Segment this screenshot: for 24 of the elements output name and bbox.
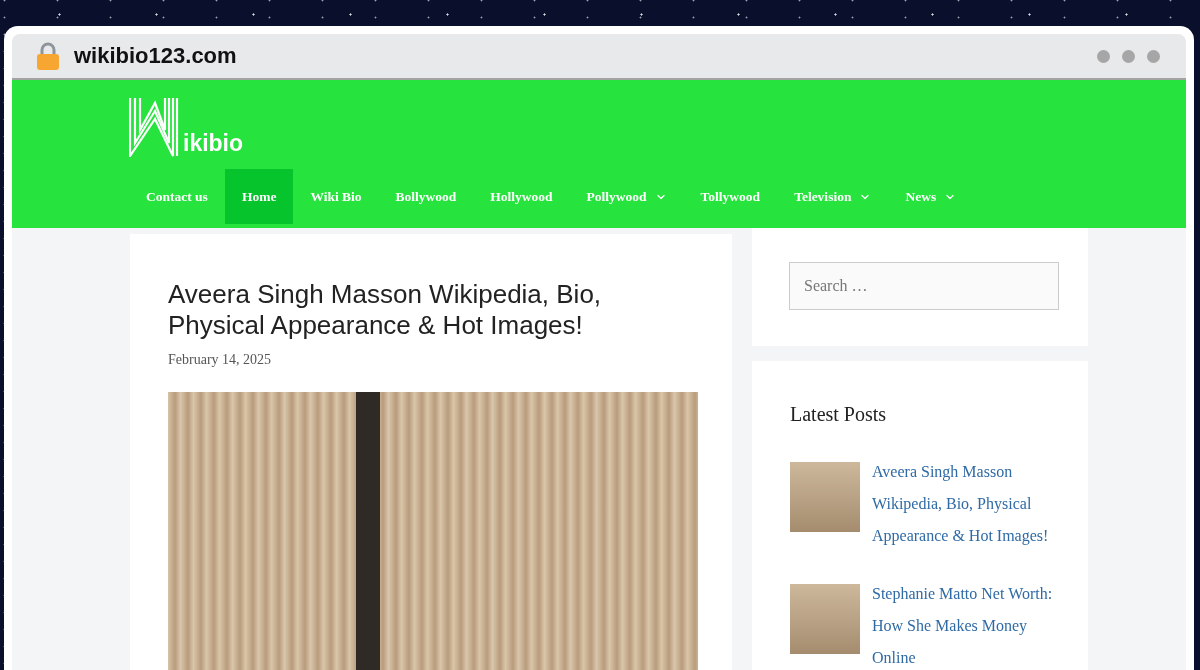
url-text: wikibio123.com bbox=[74, 43, 237, 69]
nav-link[interactable]: Hollywood bbox=[473, 169, 570, 224]
window-dot-icon bbox=[1122, 49, 1135, 63]
nav-link[interactable]: Television bbox=[777, 169, 889, 224]
logo-text[interactable]: ikibio bbox=[183, 132, 244, 155]
thumbnail-placeholder[interactable] bbox=[790, 584, 860, 654]
window-dot-icon bbox=[1097, 49, 1110, 63]
nav-link[interactable]: Tollywood bbox=[683, 169, 778, 224]
post-link[interactable]: Aveera Singh Masson Wikipedia, Bio, Physical Appearance & Hot Images! bbox=[872, 456, 1058, 552]
thumbnail-placeholder[interactable] bbox=[790, 462, 860, 532]
nav-link[interactable]: News bbox=[888, 169, 974, 224]
nav-link[interactable]: Contact us bbox=[129, 169, 225, 224]
latest-posts-heading: Latest Posts bbox=[790, 403, 888, 426]
nav-link[interactable]: Home bbox=[224, 169, 294, 224]
search-field[interactable]: Search … bbox=[789, 262, 1059, 310]
window-dot-icon bbox=[1147, 49, 1160, 63]
nav-link[interactable]: Wiki Bio bbox=[293, 169, 379, 224]
lock-icon bbox=[36, 42, 60, 70]
post-link[interactable]: Stephanie Matto Net Worth: How She Makes Money Online bbox=[872, 578, 1058, 670]
article-date: February 14, 2025 bbox=[168, 352, 273, 369]
nav-link[interactable]: Bollywood bbox=[378, 169, 474, 224]
article-title: Aveera Singh Masson Wikipedia, Bio, Physical Appearance & Hot Images! bbox=[168, 279, 603, 341]
logo-w-icon bbox=[129, 97, 181, 157]
nav-link[interactable]: Pollywood bbox=[569, 169, 684, 224]
